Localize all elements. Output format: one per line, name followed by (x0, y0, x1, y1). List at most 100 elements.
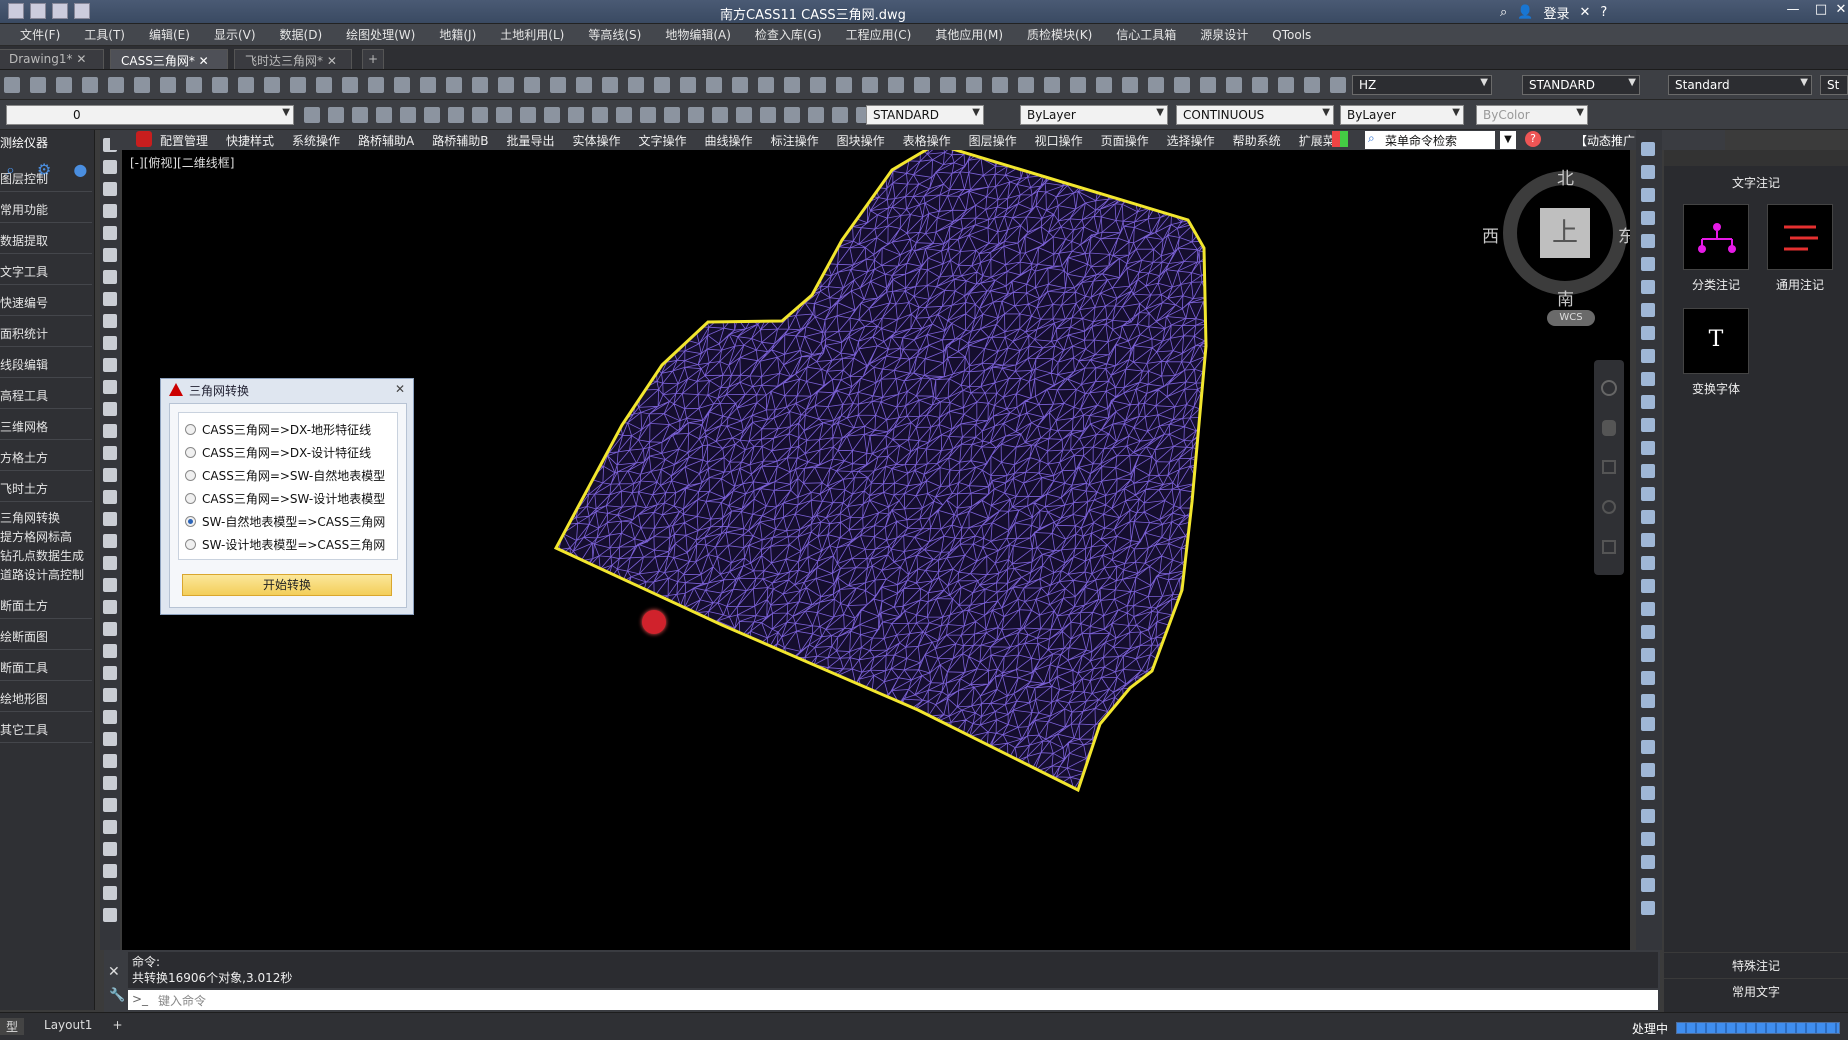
toolbar-tool-icon[interactable] (472, 77, 488, 93)
help-icon[interactable]: ? (1525, 131, 1541, 147)
menu-item[interactable]: 土地利用(L) (500, 26, 564, 43)
toolbar-tool-icon[interactable] (1018, 77, 1034, 93)
user-icon[interactable]: 👤 (1517, 5, 1533, 20)
draw-tool-icon[interactable] (103, 468, 117, 482)
toolbar-tool-icon[interactable] (448, 107, 464, 123)
tab-fsd-tin[interactable]: 飞时达三角网* ✕ (234, 49, 352, 69)
open-icon[interactable] (8, 3, 24, 19)
toolbar-tool-icon[interactable] (592, 107, 608, 123)
toolbar-tool-icon[interactable] (4, 77, 20, 93)
tab-drawing1[interactable]: Drawing1* ✕ (0, 49, 104, 69)
toolbar-tool-icon[interactable] (446, 77, 462, 93)
plugin-menu-item[interactable]: 批量导出 (507, 132, 555, 149)
toolbar-tool-icon[interactable] (1122, 77, 1138, 93)
quick-access-toolbar[interactable] (8, 3, 90, 19)
draw-tool-icon[interactable] (103, 336, 117, 350)
modify-tool-icon[interactable] (1641, 556, 1655, 570)
toolbar-tool-icon[interactable] (30, 77, 46, 93)
draw-tool-icon[interactable] (103, 556, 117, 570)
menu-item[interactable]: 数据(D) (280, 26, 323, 43)
plugin-menu-item[interactable]: 快捷样式 (226, 132, 274, 149)
radio-button[interactable] (185, 516, 196, 527)
conversion-option[interactable]: CASS三角网=>DX-设计特征线 (185, 444, 371, 461)
compass-north[interactable]: 北 (1557, 164, 1574, 189)
left-panel-item[interactable]: 高程工具 (0, 383, 92, 409)
pan-hand-icon[interactable] (1602, 420, 1616, 436)
common-text-button[interactable]: 常用文字 (1664, 978, 1848, 1004)
modify-tool-icon[interactable] (1641, 625, 1655, 639)
toolbar-tool-icon[interactable] (290, 77, 306, 93)
toolbar-tool-icon[interactable] (760, 107, 776, 123)
left-panel-item[interactable]: 断面工具 (0, 655, 92, 681)
toolbar-tool-icon[interactable] (712, 107, 728, 123)
view-cube-top[interactable]: 上 (1540, 208, 1590, 258)
left-panel-item[interactable]: 面积统计 (0, 321, 92, 347)
modify-tool-icon[interactable] (1641, 326, 1655, 340)
dialog-titlebar[interactable]: 三角网转换 ✕ (161, 379, 413, 399)
menu-item[interactable]: 工具(T) (84, 26, 125, 43)
left-panel-item[interactable]: 图层控制 (0, 166, 92, 192)
save-as-icon[interactable] (74, 3, 90, 19)
toolbar-tool-icon[interactable] (576, 77, 592, 93)
toolbar-tool-icon[interactable] (808, 107, 824, 123)
left-panel-item[interactable]: 绘断面图 (0, 624, 92, 650)
toolbar-tool-icon[interactable] (376, 107, 392, 123)
new-icon[interactable] (30, 3, 46, 19)
dim-style-combo[interactable]: Standard ▼ (1668, 75, 1812, 95)
menu-search-input[interactable]: ⌕ 菜单命令检索 (1365, 131, 1495, 149)
toolbar-tool-icon[interactable] (616, 107, 632, 123)
left-panel-subitem[interactable]: 三角网转换 (0, 509, 92, 527)
menu-item[interactable]: 源泉设计 (1200, 26, 1248, 43)
left-panel-subitem[interactable]: 道路设计高控制 (0, 566, 92, 584)
modify-tool-icon[interactable] (1641, 188, 1655, 202)
toolbar-tool-icon[interactable] (472, 107, 488, 123)
modify-tool-icon[interactable] (1641, 234, 1655, 248)
toolbar-tool-icon[interactable] (160, 77, 176, 93)
command-input[interactable]: >_ 键入命令 (128, 990, 1658, 1010)
plugin-menu-item[interactable]: 系统操作 (292, 132, 340, 149)
draw-tool-icon[interactable] (103, 314, 117, 328)
toolbar-tool-icon[interactable] (1252, 77, 1268, 93)
showmotion-icon[interactable] (1602, 540, 1616, 554)
plugin-menu-item[interactable]: 实体操作 (573, 132, 621, 149)
modify-tool-icon[interactable] (1641, 303, 1655, 317)
new-tab-button[interactable]: + (362, 49, 384, 69)
draw-tool-icon[interactable] (103, 754, 117, 768)
modify-tool-icon[interactable] (1641, 717, 1655, 731)
toolbar-tool-icon[interactable] (498, 77, 514, 93)
menu-item[interactable]: QTools (1272, 28, 1311, 42)
change-font-tile[interactable]: T (1683, 308, 1749, 374)
minimize-button[interactable]: — (1780, 2, 1806, 20)
menu-item[interactable]: 等高线(S) (588, 26, 641, 43)
toolbar-tool-icon[interactable] (424, 107, 440, 123)
tab-layout1[interactable]: Layout1 (38, 1018, 98, 1035)
color-combo[interactable]: ByLayer ▼ (1020, 105, 1168, 125)
toolbar-tool-icon[interactable] (888, 77, 904, 93)
menu-item[interactable]: 质检模块(K) (1027, 26, 1092, 43)
draw-tool-icon[interactable] (103, 182, 117, 196)
draw-tool-icon[interactable] (103, 578, 117, 592)
draw-tool-icon[interactable] (103, 226, 117, 240)
add-layout-button[interactable]: + (112, 1018, 122, 1035)
plugin-menu-item[interactable]: 帮助系统 (1233, 132, 1281, 149)
left-panel-item[interactable]: 绘地形图 (0, 686, 92, 712)
tab-cass-tin[interactable]: CASS三角网* ✕ (110, 49, 228, 69)
toolbar-tool-icon[interactable] (1226, 77, 1242, 93)
toolbar-tool-icon[interactable] (1304, 77, 1320, 93)
close-icon[interactable]: ✕ (108, 964, 120, 980)
menu-item[interactable]: 检查入库(G) (755, 26, 822, 43)
left-panel-item[interactable]: 快速编号 (0, 290, 92, 316)
draw-tool-icon[interactable] (103, 622, 117, 636)
toolbar-tool-icon[interactable] (352, 107, 368, 123)
draw-tool-icon[interactable] (103, 886, 117, 900)
toolbar-tool-icon[interactable] (328, 107, 344, 123)
radio-button[interactable] (185, 493, 196, 504)
draw-tool-icon[interactable] (103, 490, 117, 504)
draw-tool-icon[interactable] (103, 270, 117, 284)
left-panel-item[interactable]: 飞时土方 (0, 476, 92, 502)
navigation-bar[interactable] (1594, 360, 1624, 575)
modify-tool-icon[interactable] (1641, 487, 1655, 501)
steering-wheel-icon[interactable] (1601, 380, 1617, 396)
toolbar-tool-icon[interactable] (496, 107, 512, 123)
toolbar-tool-icon[interactable] (836, 77, 852, 93)
